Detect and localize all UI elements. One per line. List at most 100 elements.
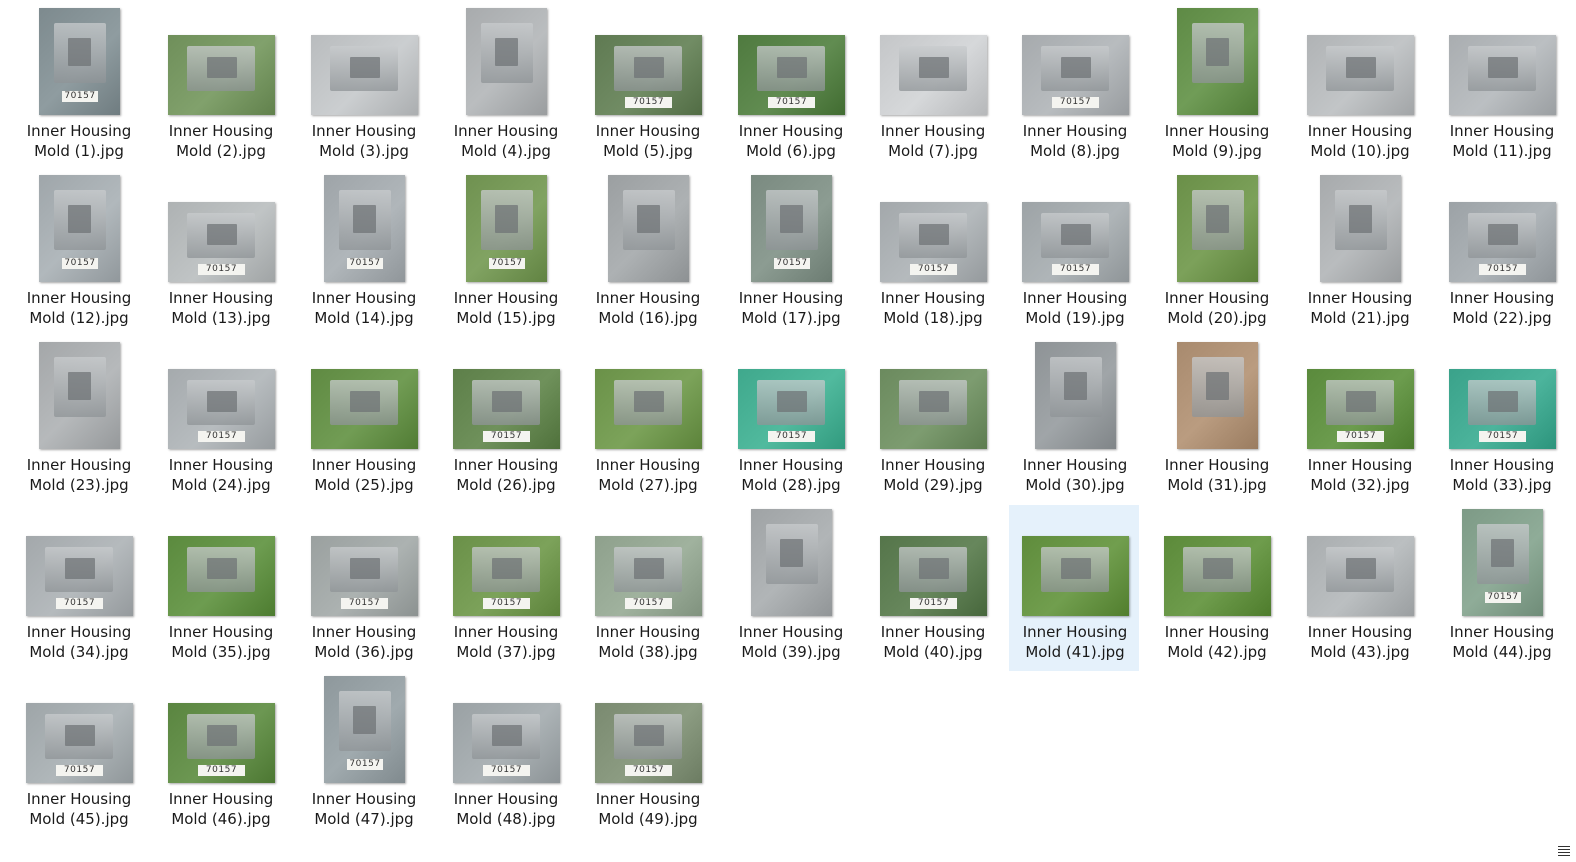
file-name-line1: Inner Housing [26, 289, 132, 307]
file-item[interactable]: Inner Housing Mold (9).jpg [1151, 4, 1281, 170]
file-item[interactable]: 70157 Inner Housing Mold (36).jpg [298, 505, 428, 671]
file-name-line1: Inner Housing [453, 623, 559, 641]
file-name: Inner Housing Mold (34).jpg [14, 622, 144, 662]
file-name-line2: Mold (15).jpg [456, 309, 556, 327]
file-item[interactable]: 70157 Inner Housing Mold (45).jpg [13, 672, 143, 838]
file-item[interactable]: 70157 Inner Housing Mold (19).jpg [1009, 171, 1139, 337]
thumbnail-frame [299, 5, 429, 119]
view-menu-icon[interactable] [1558, 846, 1570, 856]
file-item[interactable]: Inner Housing Mold (21).jpg [1294, 171, 1424, 337]
file-item[interactable]: Inner Housing Mold (35).jpg [155, 505, 285, 671]
file-item[interactable]: 70157 Inner Housing Mold (33).jpg [1436, 338, 1566, 504]
file-item[interactable]: 70157 Inner Housing Mold (48).jpg [440, 672, 570, 838]
file-item[interactable]: 70157 Inner Housing Mold (37).jpg [440, 505, 570, 671]
file-item[interactable]: 70157 Inner Housing Mold (38).jpg [582, 505, 712, 671]
file-name: Inner Housing Mold (38).jpg [583, 622, 713, 662]
file-item[interactable]: 70157 Inner Housing Mold (26).jpg [440, 338, 570, 504]
image-thumbnail [1177, 175, 1258, 282]
file-item[interactable]: 70157 Inner Housing Mold (1).jpg [13, 4, 143, 170]
file-item[interactable]: Inner Housing Mold (3).jpg [298, 4, 428, 170]
thumbnail-frame [14, 339, 144, 453]
file-item[interactable]: 70157 Inner Housing Mold (8).jpg [1009, 4, 1139, 170]
file-item[interactable]: 70157 Inner Housing Mold (12).jpg [13, 171, 143, 337]
file-name: Inner Housing Mold (19).jpg [1010, 288, 1140, 328]
file-name-line2: Mold (39).jpg [741, 643, 841, 661]
file-item[interactable]: 70157 Inner Housing Mold (47).jpg [298, 672, 428, 838]
file-name-line2: Mold (7).jpg [888, 142, 978, 160]
file-item[interactable]: Inner Housing Mold (31).jpg [1151, 338, 1281, 504]
file-name-line2: Mold (21).jpg [1310, 309, 1410, 327]
part-number-tag: 70157 [1485, 592, 1521, 603]
file-item[interactable]: Inner Housing Mold (20).jpg [1151, 171, 1281, 337]
file-item[interactable]: Inner Housing Mold (10).jpg [1294, 4, 1424, 170]
file-item[interactable]: 70157 Inner Housing Mold (6).jpg [725, 4, 855, 170]
file-name-line1: Inner Housing [26, 122, 132, 140]
mold-cavity-shape [1061, 57, 1091, 78]
file-item[interactable]: 70157 Inner Housing Mold (14).jpg [298, 171, 428, 337]
file-name-line2: Mold (23).jpg [29, 476, 129, 494]
mold-cavity-shape [919, 558, 949, 579]
file-item[interactable]: 70157 Inner Housing Mold (44).jpg [1436, 505, 1566, 671]
file-name-line1: Inner Housing [1307, 289, 1413, 307]
file-item[interactable]: 70157 Inner Housing Mold (22).jpg [1436, 171, 1566, 337]
image-thumbnail [168, 536, 275, 616]
file-name-line2: Mold (41).jpg [1025, 643, 1125, 661]
thumbnail-frame [726, 506, 856, 620]
file-name-line2: Mold (35).jpg [171, 643, 271, 661]
file-name: Inner Housing Mold (49).jpg [583, 789, 713, 829]
file-item[interactable]: 70157 Inner Housing Mold (40).jpg [867, 505, 997, 671]
file-name-line2: Mold (16).jpg [598, 309, 698, 327]
file-name: Inner Housing Mold (37).jpg [441, 622, 571, 662]
file-item[interactable]: 70157 Inner Housing Mold (49).jpg [582, 672, 712, 838]
file-item[interactable]: 70157 Inner Housing Mold (5).jpg [582, 4, 712, 170]
file-item[interactable]: 70157 Inner Housing Mold (18).jpg [867, 171, 997, 337]
file-item[interactable]: 70157 Inner Housing Mold (32).jpg [1294, 338, 1424, 504]
file-name: Inner Housing Mold (18).jpg [868, 288, 998, 328]
image-thumbnail [1307, 536, 1414, 616]
file-name: Inner Housing Mold (1).jpg [14, 121, 144, 161]
file-name: Inner Housing Mold (14).jpg [299, 288, 429, 328]
image-thumbnail [311, 35, 418, 115]
thumbnail-frame: 70157 [583, 5, 713, 119]
file-item[interactable]: 70157 Inner Housing Mold (34).jpg [13, 505, 143, 671]
file-item[interactable]: Inner Housing Mold (39).jpg [725, 505, 855, 671]
file-item[interactable]: Inner Housing Mold (2).jpg [155, 4, 285, 170]
part-number-tag: 70157 [768, 97, 815, 108]
file-item[interactable]: 70157 Inner Housing Mold (15).jpg [440, 171, 570, 337]
file-item[interactable]: Inner Housing Mold (42).jpg [1151, 505, 1281, 671]
file-name-line1: Inner Housing [738, 289, 844, 307]
mold-cavity-shape [1488, 391, 1518, 412]
mold-cavity-shape [350, 391, 380, 412]
file-item[interactable]: Inner Housing Mold (7).jpg [867, 4, 997, 170]
file-name-line2: Mold (31).jpg [1167, 476, 1267, 494]
file-item[interactable]: Inner Housing Mold (25).jpg [298, 338, 428, 504]
file-name-line2: Mold (32).jpg [1310, 476, 1410, 494]
part-number-tag: 70157 [347, 759, 383, 770]
thumbnail-frame: 70157 [14, 673, 144, 787]
file-name: Inner Housing Mold (36).jpg [299, 622, 429, 662]
file-name-line2: Mold (3).jpg [319, 142, 409, 160]
file-item[interactable]: Inner Housing Mold (23).jpg [13, 338, 143, 504]
file-item[interactable]: Inner Housing Mold (29).jpg [867, 338, 997, 504]
file-item[interactable]: 70157 Inner Housing Mold (28).jpg [725, 338, 855, 504]
file-name: Inner Housing Mold (24).jpg [156, 455, 286, 495]
file-item[interactable]: 70157 Inner Housing Mold (46).jpg [155, 672, 285, 838]
file-item[interactable]: 70157 Inner Housing Mold (17).jpg [725, 171, 855, 337]
file-item[interactable]: Inner Housing Mold (43).jpg [1294, 505, 1424, 671]
thumbnail-frame: 70157 [156, 339, 286, 453]
mold-cavity-shape [634, 558, 664, 579]
file-item[interactable]: Inner Housing Mold (11).jpg [1436, 4, 1566, 170]
part-number-tag: 70157 [1479, 264, 1526, 275]
mold-cavity-shape [350, 57, 380, 78]
file-item[interactable]: 70157 Inner Housing Mold (13).jpg [155, 171, 285, 337]
file-item[interactable]: 70157 Inner Housing Mold (24).jpg [155, 338, 285, 504]
file-name-line1: Inner Housing [1449, 289, 1555, 307]
thumbnail-frame [868, 339, 998, 453]
file-item[interactable]: Inner Housing Mold (41).jpg [1009, 505, 1139, 671]
file-item[interactable]: Inner Housing Mold (4).jpg [440, 4, 570, 170]
file-item[interactable]: Inner Housing Mold (27).jpg [582, 338, 712, 504]
file-item[interactable]: Inner Housing Mold (30).jpg [1009, 338, 1139, 504]
file-item[interactable]: Inner Housing Mold (16).jpg [582, 171, 712, 337]
part-number-tag: 70157 [910, 264, 957, 275]
file-name: Inner Housing Mold (13).jpg [156, 288, 286, 328]
